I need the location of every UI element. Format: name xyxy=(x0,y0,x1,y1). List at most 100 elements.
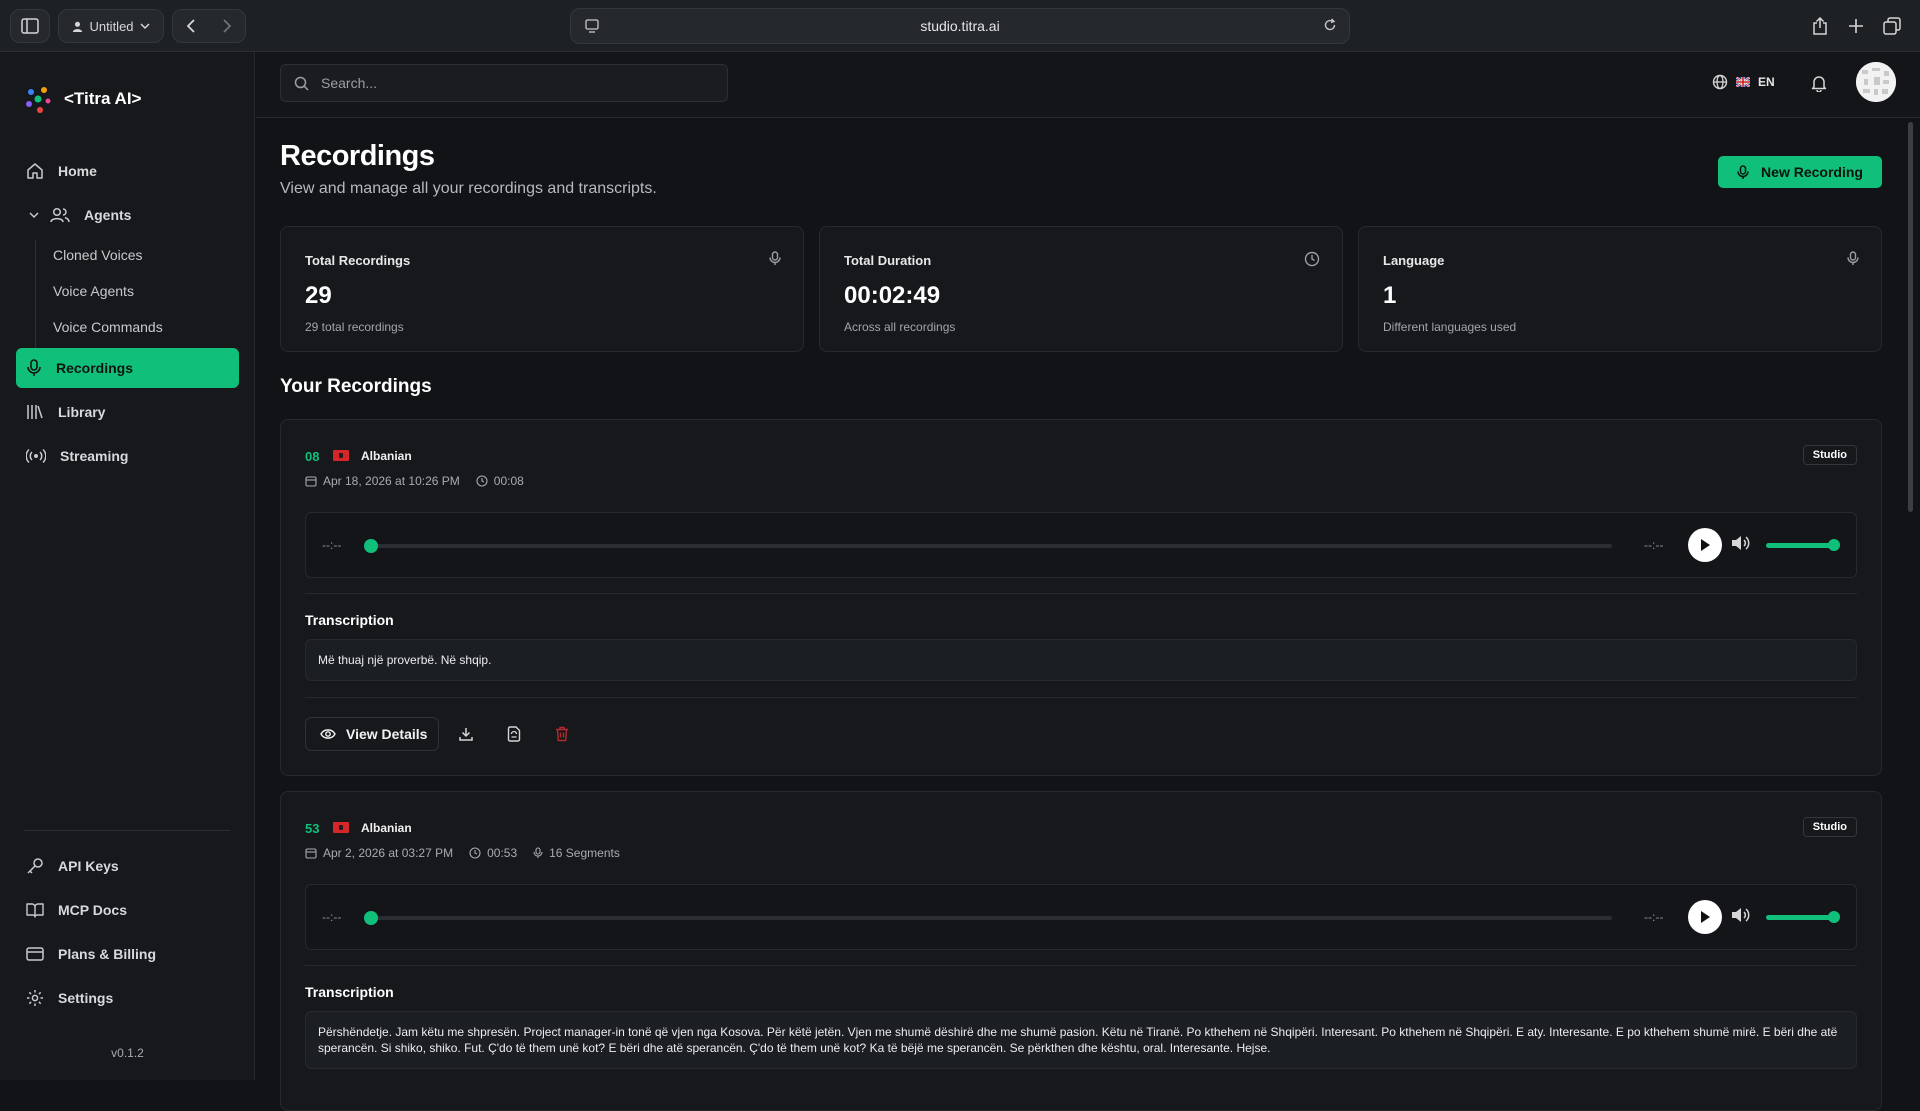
transcription-label: Transcription xyxy=(305,984,394,1000)
progress-track[interactable] xyxy=(370,544,1612,548)
divider xyxy=(305,965,1857,966)
share-icon[interactable] xyxy=(1808,14,1832,38)
download-icon[interactable] xyxy=(455,723,477,745)
sidebar-item-streaming[interactable]: Streaming xyxy=(16,436,239,476)
current-time: --:-- xyxy=(322,910,342,924)
search-icon xyxy=(294,76,309,94)
page-title: Recordings xyxy=(280,140,435,172)
total-time: --:-- xyxy=(1644,910,1664,924)
volume-slider[interactable] xyxy=(1766,543,1836,548)
address-bar[interactable]: studio.titra.ai xyxy=(570,8,1350,44)
volume-slider[interactable] xyxy=(1766,915,1836,920)
language-selector[interactable]: EN xyxy=(1712,74,1775,90)
stat-card-language: Language 1 Different languages used xyxy=(1358,226,1882,352)
mic-icon xyxy=(769,251,781,271)
new-tab-icon[interactable] xyxy=(1844,14,1868,38)
recording-card: 08 Albanian Studio Apr 18, 2026 at 10:26… xyxy=(280,419,1882,776)
stat-card-total-duration: Total Duration 00:02:49 Across all recor… xyxy=(819,226,1343,352)
studio-badge: Studio xyxy=(1802,817,1857,837)
person-icon xyxy=(73,21,83,32)
sidebar-item-library[interactable]: Library xyxy=(16,392,239,432)
uk-flag-icon xyxy=(1736,77,1750,87)
sidebar-item-label: API Keys xyxy=(58,858,119,874)
sidebar-item-recordings[interactable]: Recordings xyxy=(16,348,239,388)
recording-language: Albanian xyxy=(361,449,412,463)
profile-label: Untitled xyxy=(89,18,134,34)
back-button[interactable] xyxy=(173,19,209,33)
progress-handle[interactable] xyxy=(364,539,378,553)
stat-card-total-recordings: Total Recordings 29 29 total recordings xyxy=(280,226,804,352)
sidebar-item-mcp-docs[interactable]: MCP Docs xyxy=(16,890,239,930)
progress-handle[interactable] xyxy=(364,911,378,925)
forward-button[interactable] xyxy=(209,19,245,33)
reload-icon[interactable] xyxy=(1323,18,1337,35)
globe-icon xyxy=(1712,74,1728,90)
logo[interactable]: <Titra AI> xyxy=(24,84,141,114)
sidebar-subitem-voice-agents[interactable]: Voice Agents xyxy=(53,283,134,299)
volume-handle[interactable] xyxy=(1828,911,1840,923)
search-input[interactable]: Search... xyxy=(280,64,728,102)
recording-id: 53 xyxy=(305,821,320,836)
notification-bell-icon[interactable] xyxy=(1811,74,1827,97)
page-settings-icon[interactable] xyxy=(585,19,599,36)
profile-button[interactable]: Untitled xyxy=(58,9,164,43)
sidebar-item-label: Home xyxy=(58,163,97,179)
play-icon xyxy=(1701,539,1710,551)
volume-handle[interactable] xyxy=(1828,539,1840,551)
play-button[interactable] xyxy=(1688,528,1722,562)
sidebar-item-label: Streaming xyxy=(60,448,129,464)
stat-label: Language xyxy=(1383,253,1445,268)
sidebar-item-billing[interactable]: Plans & Billing xyxy=(16,934,239,974)
scrollbar[interactable] xyxy=(1908,122,1913,512)
chevron-down-icon xyxy=(29,212,39,219)
mic-icon xyxy=(1847,251,1859,271)
recording-meta: Apr 2, 2026 at 03:27 PM 00:53 16 Segment… xyxy=(305,846,620,860)
recording-language: Albanian xyxy=(361,821,412,835)
sidebar-subitem-cloned-voices[interactable]: Cloned Voices xyxy=(53,247,143,263)
mic-icon xyxy=(1737,164,1749,179)
sidebar: <Titra AI> Home Agents Cloned Voices Voi… xyxy=(0,52,255,1080)
main-content: Recordings View and manage all your reco… xyxy=(256,118,1896,1111)
avatar[interactable] xyxy=(1856,62,1896,102)
clock-icon xyxy=(1304,251,1320,272)
card-icon xyxy=(26,947,44,961)
sidebar-subitem-voice-commands[interactable]: Voice Commands xyxy=(53,319,163,335)
sidebar-item-agents[interactable]: Agents xyxy=(16,195,239,235)
sidebar-item-label: Agents xyxy=(84,207,132,223)
nav-buttons xyxy=(172,9,246,43)
sidebar-item-label: Recordings xyxy=(56,360,134,376)
recording-date: Apr 2, 2026 at 03:27 PM xyxy=(323,846,454,860)
volume-icon[interactable] xyxy=(1730,534,1750,557)
users-icon xyxy=(50,207,70,223)
progress-track[interactable] xyxy=(370,916,1612,920)
sidebar-item-label: Settings xyxy=(58,990,114,1006)
sidebar-toggle-button[interactable] xyxy=(10,9,50,43)
stat-sub: Across all recordings xyxy=(844,320,956,334)
gear-icon xyxy=(27,990,43,1006)
logo-text: <Titra AI> xyxy=(64,89,142,108)
view-details-button[interactable]: View Details xyxy=(305,717,439,751)
divider xyxy=(305,697,1857,698)
export-icon[interactable] xyxy=(503,723,525,745)
sidebar-item-api-keys[interactable]: API Keys xyxy=(16,846,239,886)
language-code: EN xyxy=(1758,75,1775,89)
tabs-overview-icon[interactable] xyxy=(1880,14,1904,38)
chevron-left-icon xyxy=(186,19,195,33)
delete-icon[interactable] xyxy=(551,723,573,745)
new-recording-button[interactable]: New Recording xyxy=(1718,156,1882,188)
recording-date: Apr 18, 2026 at 10:26 PM xyxy=(323,474,460,488)
stat-label: Total Recordings xyxy=(305,253,411,268)
recording-duration: 00:53 xyxy=(487,846,518,860)
volume-icon[interactable] xyxy=(1730,906,1750,929)
stat-value: 00:02:49 xyxy=(844,282,941,309)
audio-player: --:-- --:-- xyxy=(305,512,1857,578)
recording-id: 08 xyxy=(305,449,320,464)
clock-icon xyxy=(476,475,488,487)
recording-meta: Apr 18, 2026 at 10:26 PM 00:08 xyxy=(305,474,524,488)
play-icon xyxy=(1701,911,1710,923)
play-button[interactable] xyxy=(1688,900,1722,934)
stat-value: 29 xyxy=(305,282,332,309)
recording-card: 53 Albanian Studio Apr 2, 2026 at 03:27 … xyxy=(280,791,1882,1111)
sidebar-item-home[interactable]: Home xyxy=(16,151,239,191)
sidebar-item-settings[interactable]: Settings xyxy=(16,978,239,1018)
